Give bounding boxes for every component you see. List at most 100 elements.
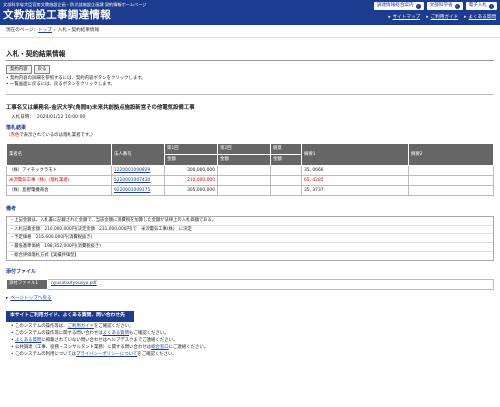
help-text: をご確認ください。 [137, 351, 177, 357]
breadcrumb-home-link[interactable]: トップ [38, 28, 52, 33]
col-header-memo1: 摘要1 [301, 143, 409, 167]
page-title: 入札・契約結果情報 [6, 50, 494, 62]
round1-amount: 300,000,000 [164, 165, 218, 177]
memo1: 35, 0666 [301, 165, 409, 177]
page-top: ▸ ページトップへ戻る [6, 296, 494, 302]
round2-amount [217, 185, 271, 197]
round2-amount [217, 175, 271, 187]
company-name: （株）島野電機商会 [6, 185, 112, 197]
remark-line: ・総合評価落札方式【実績評価型】 [7, 251, 493, 260]
mext-label: 文部科学省 [429, 3, 453, 8]
round1-amount: 210,000,000 [164, 175, 218, 187]
help-item: 公共調達（工事、役務・コンサルタント業務）に関する問い合わせは総合窓口にご連絡く… [11, 345, 489, 351]
arrow-right-icon: ▸ [426, 15, 429, 20]
e-bidding-button[interactable]: 電子入札 › [465, 2, 497, 11]
action-button-row: 契約内容 戻る [6, 65, 494, 75]
help-item: よくある質問に掲載されていない問い合わせはヘルプデスクまでご連絡ください。 [11, 338, 489, 344]
arrow-right-icon: ▸ [388, 15, 391, 20]
corp-number-cell: 5220001007430 [111, 175, 165, 187]
faq-link[interactable]: よくある質問 [468, 15, 496, 20]
help-text: にご連絡ください。 [168, 344, 209, 350]
col-header-round1: 第1回 [164, 143, 218, 156]
divider [6, 93, 494, 95]
col-header-memo2: 摘要2 [408, 143, 494, 167]
site-header: 文部科学省大臣官房文教施設企画・防災部施設企画課 契約情報ホームページ 文教施設… [0, 0, 500, 25]
table-header-row: 業者名 法人番号 第1回 第2回 随意 摘要1 摘要2 [6, 143, 494, 167]
bid-date-label: 入札日時： [11, 115, 34, 121]
negotiated-amount [270, 185, 302, 197]
guide-link[interactable]: ご利用ガイド [431, 15, 459, 20]
bid-date: 入札日時： 2024/01/12 10:00:00 [11, 115, 489, 121]
remarks-box: ・上記金額は、入札書に記載された金額で、当該金額に消費税を加算した金額が法律上の… [6, 215, 494, 261]
corp-number-cell: 1220001000829 [111, 165, 165, 177]
guide-link[interactable]: ご利用ガイド [68, 324, 94, 329]
col-header-corp-number: 法人番号 [111, 143, 165, 167]
help-section-title: 本サイトご利用ガイド、よくある質問、問い合わせ先 [6, 310, 134, 322]
page-top-link[interactable]: ページトップへ戻る [10, 296, 51, 301]
breadcrumb-current: 入札・契約結果情報 [57, 28, 100, 33]
memo2 [408, 175, 494, 187]
table-row: （株）アイチックラモト 1220001000829 300,000,000 35… [6, 165, 494, 177]
col-subheader-amount: 金額 [217, 154, 271, 167]
remarks-section-title: 備考 [6, 206, 17, 213]
procurement-info-button[interactable]: 調達情報総合案内 › [373, 2, 424, 11]
corp-number-link[interactable]: 1220001000829 [114, 168, 150, 173]
negotiated-amount [270, 175, 302, 187]
site-subtitle: 文部科学省大臣官房文教施設企画・防災部施設企画課 契約情報ホームページ [3, 2, 147, 7]
round1-amount: 305,000,000 [164, 185, 218, 197]
breadcrumb: 現在のページ：トップ › 入札・契約結果情報 [0, 25, 500, 39]
bid-results-table: 業者名 法人番号 第1回 第2回 随意 摘要1 摘要2 金額 金額 金額 （株）… [6, 143, 494, 197]
faq-link[interactable]: よくある質問 [15, 338, 41, 343]
remark-line: ・最低基準価格 198,352,000円(消費税抜き) [7, 242, 493, 251]
round2-amount [217, 165, 271, 177]
help-text: このシステムの利用については [15, 351, 77, 357]
help-text: もご確認ください。 [129, 330, 169, 336]
arrow-right-icon: ▸ [464, 15, 467, 20]
result-section-title: 落札結果 [6, 125, 27, 132]
attachment-file-link[interactable]: nyusatsutyousyo.pdf [51, 281, 97, 286]
col-subheader-amount: 金額 [270, 154, 302, 167]
arrow-circle-icon: › [454, 3, 460, 9]
table-row: （株）島野電機商会 9220001009175 305,000,000 35, … [6, 185, 494, 197]
site-title[interactable]: 文教施設工事調達情報 [3, 8, 111, 22]
help-item: このシステムの操作等は、ご利用ガイドをご確認ください。 [11, 324, 489, 330]
attachment-table: 添付ファイル1 nyusatsutyousyo.pdf [6, 278, 494, 290]
corp-number-link[interactable]: 9220001009175 [114, 188, 150, 193]
mext-button[interactable]: 文部科学省 › [426, 2, 463, 11]
col-subheader-amount: 金額 [164, 154, 218, 167]
instruction-item: 一覧画面に戻るには、戻るボタンをクリックします。 [6, 82, 494, 88]
privacy-policy-link[interactable]: プライバシーポリシーについて [76, 352, 137, 357]
result-note: （赤色で表示されているのは落札業者です。） [6, 133, 494, 139]
e-bidding-label: 電子入札 [468, 3, 487, 8]
breadcrumb-label: 現在のページ： [6, 28, 39, 33]
col-header-negotiated: 随意 [270, 143, 302, 156]
help-text: をご確認ください。 [93, 323, 134, 329]
bid-date-value: 2024/01/12 10:00:00 [36, 115, 86, 121]
help-text: 公共調達（工事、役務・コンサルタント業務）に関する問い合わせは [15, 344, 152, 350]
col-header-company: 業者名 [6, 143, 112, 167]
result-note-rest: で表示されているのは落札業者です。） [19, 133, 96, 139]
help-item: このシステムの利用についてはプライバシーポリシーについてをご確認ください。 [11, 352, 489, 358]
result-note-red: （赤色 [6, 133, 20, 139]
memo2 [408, 165, 494, 177]
help-list: このシステムの操作等は、ご利用ガイドをご確認ください。 このシステムの操作等に関… [11, 324, 489, 358]
faq-link[interactable]: よくある質問 [103, 331, 129, 336]
attachment-section-title: 添付ファイル [6, 268, 37, 275]
contact-window-link[interactable]: 総合窓口 [151, 345, 169, 350]
sitemap-link[interactable]: サイトマップ [393, 15, 421, 20]
breadcrumb-separator-icon: › [53, 28, 56, 33]
header-links: ▸ サイトマップ ▸ ご利用ガイド ▸ よくある質問 [388, 15, 496, 21]
remark-line: ・入札記載金額 210,000,000円(決定金額 231,000,000円)で… [7, 224, 493, 234]
corp-number-link[interactable]: 5220001007430 [114, 178, 150, 183]
back-button[interactable]: 戻る [33, 65, 51, 75]
help-item: このシステムの操作等に関する問い合わせはよくある質問もご確認ください。 [11, 331, 489, 337]
table-row-winner: 米沢電気工事（株）(落札業者) 5220001007430 210,000,00… [6, 175, 494, 187]
attachment-cell: nyusatsutyousyo.pdf [47, 278, 494, 290]
header-button-group: 調達情報総合案内 › 文部科学省 › 電子入札 › [373, 2, 497, 11]
remark-line: ・上記金額は、入札書に記載された金額で、当該金額に消費税を加算した金額が法律上の… [10, 217, 217, 223]
corp-number-cell: 9220001009175 [111, 185, 165, 197]
procurement-info-label: 調達情報総合案内 [376, 3, 414, 8]
help-text: このシステムの操作等に関する問い合わせは [15, 330, 103, 336]
contract-details-button[interactable]: 契約内容 [6, 65, 32, 75]
help-text: このシステムの操作等は、 [15, 323, 68, 329]
